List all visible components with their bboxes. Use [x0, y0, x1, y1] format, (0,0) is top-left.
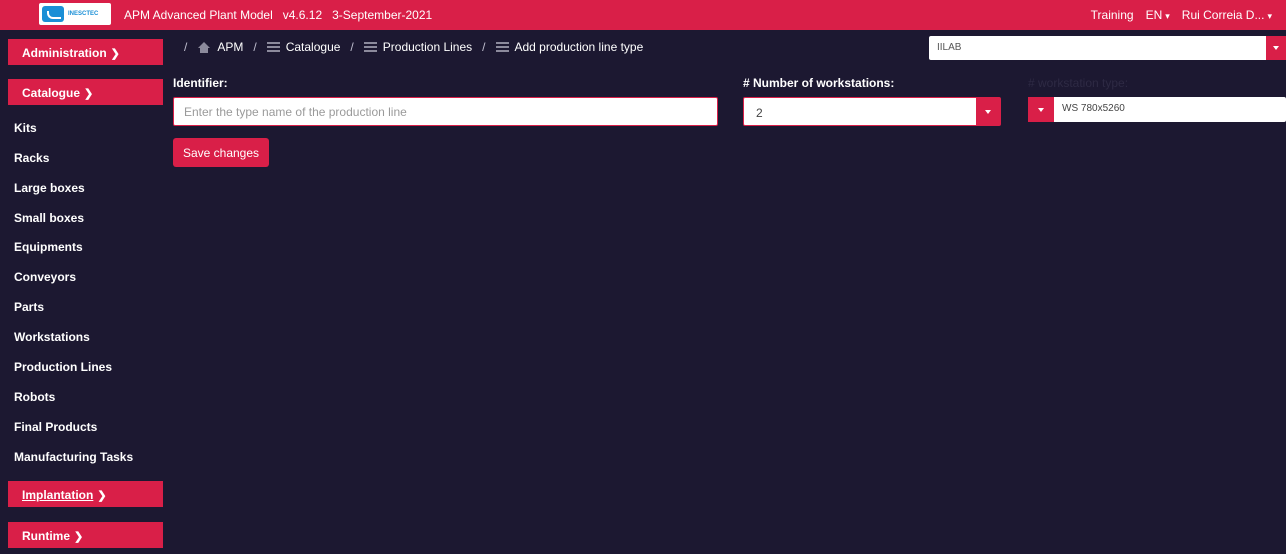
sidebar-section-label: Administration — [22, 46, 107, 60]
sidebar-section-label: Catalogue — [22, 86, 81, 100]
sidebar-item-racks[interactable]: Racks — [14, 151, 49, 165]
breadcrumb-separator: / — [184, 40, 188, 54]
top-bar: INESCTEC APM Advanced Plant Model v4.6.1… — [0, 0, 1286, 30]
breadcrumb-separator: / — [253, 40, 257, 54]
breadcrumb-current: Add production line type — [514, 40, 644, 54]
breadcrumb: / APM / Catalogue / Production Lines / A… — [180, 40, 643, 54]
plant-select-value: IILAB — [937, 42, 962, 53]
breadcrumb-catalogue[interactable]: Catalogue — [286, 40, 341, 54]
sidebar-item-robots[interactable]: Robots — [14, 390, 55, 404]
sidebar-item-large-boxes[interactable]: Large boxes — [14, 181, 85, 195]
sidebar-item-production-lines[interactable]: Production Lines — [14, 360, 112, 374]
chevron-down-icon: ❯ — [84, 88, 94, 100]
home-icon — [197, 41, 211, 53]
workstation-type-toggle[interactable] — [1028, 97, 1054, 122]
user-name: Rui Correia D... — [1181, 8, 1265, 22]
chevron-right-icon: ❯ — [110, 48, 120, 60]
list-icon — [363, 42, 377, 52]
sidebar-item-final-products[interactable]: Final Products — [14, 420, 97, 434]
chevron-right-icon: ❯ — [97, 490, 107, 502]
sidebar-section-label: Implantation — [22, 488, 94, 502]
breadcrumb-production-lines[interactable]: Production Lines — [383, 40, 472, 54]
app-title: APM Advanced Plant Model v4.6.12 3-Septe… — [124, 8, 433, 22]
sidebar-section-label: Runtime — [22, 529, 70, 543]
sidebar-item-manufacturing-tasks[interactable]: Manufacturing Tasks — [14, 450, 133, 464]
caret-down-icon — [985, 109, 991, 114]
sidebar: Administration ❯ Catalogue ❯ Kits Racks La… — [0, 30, 166, 554]
language-label: EN — [1145, 8, 1163, 22]
caret-down-icon: ▾ — [1267, 11, 1272, 21]
user-dropdown[interactable]: Rui Correia D... ▾ — [1182, 8, 1272, 22]
plant-select[interactable]: IILAB — [929, 36, 1286, 60]
breadcrumb-apm[interactable]: APM — [217, 40, 243, 54]
sidebar-item-kits[interactable]: Kits — [14, 121, 37, 135]
workstations-count-select[interactable]: 2 — [743, 97, 1001, 126]
workstation-type-label: # workstation type: — [1028, 76, 1129, 90]
workstations-count-label: # Number of workstations: — [743, 76, 895, 90]
sidebar-item-small-boxes[interactable]: Small boxes — [14, 211, 84, 225]
training-link[interactable]: Training — [1091, 8, 1134, 22]
sidebar-item-equipments[interactable]: Equipments — [14, 240, 83, 254]
sidebar-item-parts[interactable]: Parts — [14, 300, 44, 314]
breadcrumb-separator: / — [482, 40, 486, 54]
caret-down-icon: ▾ — [1165, 11, 1170, 21]
sidebar-section-catalogue[interactable]: Catalogue ❯ — [8, 79, 163, 105]
workstation-type-select[interactable]: WS 780x5260 — [1028, 97, 1286, 122]
sidebar-item-conveyors[interactable]: Conveyors — [14, 270, 76, 284]
chevron-right-icon: ❯ — [74, 531, 84, 543]
save-changes-button[interactable]: Save changes — [173, 138, 269, 167]
logo-mark-icon — [42, 6, 64, 22]
list-icon — [266, 42, 280, 52]
identifier-label: Identifier: — [173, 76, 228, 90]
workstations-count-toggle[interactable] — [976, 98, 1000, 125]
caret-down-icon — [1038, 107, 1044, 112]
identifier-input[interactable] — [173, 97, 718, 126]
sidebar-section-administration[interactable]: Administration ❯ — [8, 39, 163, 65]
inesctec-logo[interactable]: INESCTEC — [39, 3, 111, 25]
logo-text: INESCTEC — [68, 11, 99, 17]
workstations-count-value: 2 — [756, 106, 763, 120]
list-icon — [495, 42, 509, 52]
top-right-menu: Training EN ▾ Rui Correia D... ▾ — [1091, 8, 1272, 22]
caret-down-icon — [1273, 46, 1279, 50]
breadcrumb-separator: / — [350, 40, 354, 54]
language-dropdown[interactable]: EN ▾ — [1146, 8, 1170, 22]
sidebar-section-implantation[interactable]: Implantation ❯ — [8, 481, 163, 507]
sidebar-item-workstations[interactable]: Workstations — [14, 330, 90, 344]
workstation-type-value: WS 780x5260 — [1062, 103, 1125, 114]
sidebar-section-runtime[interactable]: Runtime ❯ — [8, 522, 163, 548]
plant-select-toggle[interactable] — [1266, 36, 1286, 60]
